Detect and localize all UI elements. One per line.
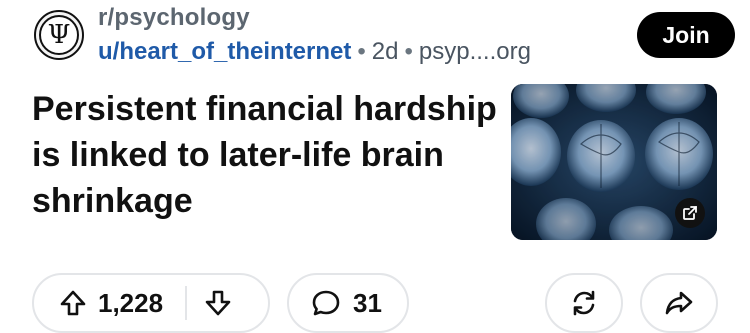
speech-bubble-icon: [311, 288, 341, 318]
share-button[interactable]: [640, 273, 718, 333]
author-link[interactable]: u/heart_of_theinternet: [98, 38, 351, 65]
post-meta: u/heart_of_theinternet • 2d • psyp....org: [98, 38, 531, 66]
crosspost-button[interactable]: [545, 273, 623, 333]
meta-separator: •: [357, 38, 366, 65]
upvote-count: 1,228: [98, 287, 164, 318]
refresh-icon: [569, 288, 599, 318]
post-title[interactable]: Persistent financial hardship is linked …: [32, 86, 502, 224]
subreddit-name[interactable]: r/psychology: [98, 4, 250, 32]
comments-button[interactable]: 31: [287, 273, 409, 333]
arrow-down-icon[interactable]: [203, 288, 233, 318]
subreddit-avatar[interactable]: Ψ: [34, 10, 84, 60]
psi-icon: Ψ: [39, 15, 79, 55]
vote-bar: 1,228: [32, 273, 270, 333]
join-button[interactable]: Join: [637, 12, 735, 58]
arrow-up-icon[interactable]: [58, 288, 88, 318]
share-arrow-icon: [664, 288, 694, 318]
meta-separator: •: [404, 38, 413, 65]
external-link-icon[interactable]: [675, 198, 705, 228]
vote-divider: [185, 286, 188, 320]
post-domain[interactable]: psyp....org: [419, 38, 531, 65]
post-thumbnail[interactable]: [511, 84, 717, 240]
post-age: 2d: [371, 38, 399, 65]
comment-count: 31: [353, 287, 382, 318]
